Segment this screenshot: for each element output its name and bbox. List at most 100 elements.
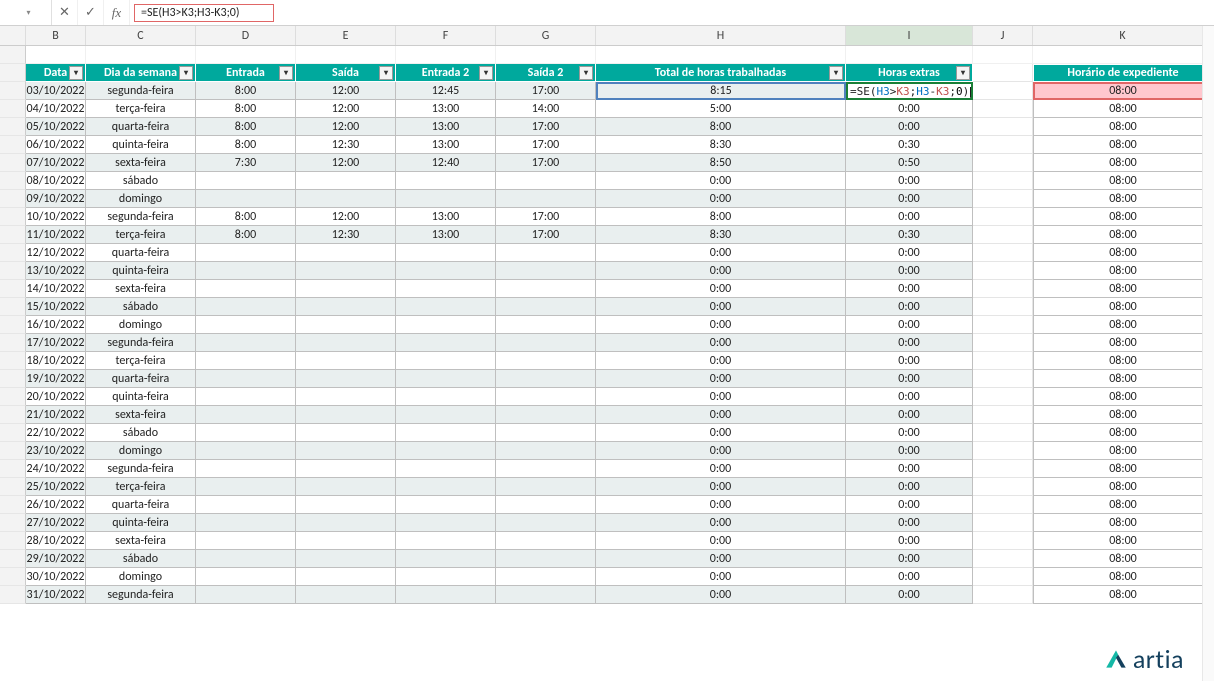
- cell-C8[interactable]: sábado: [86, 172, 196, 190]
- cell-G3[interactable]: 17:00: [496, 82, 596, 100]
- cell-C16[interactable]: domingo: [86, 316, 196, 334]
- cell-E12[interactable]: [296, 244, 396, 262]
- cell-G18[interactable]: [496, 352, 596, 370]
- col-header-G[interactable]: Saída 2▾: [496, 64, 596, 82]
- cell-K22[interactable]: 08:00: [1033, 424, 1213, 442]
- column-header-H[interactable]: H: [596, 26, 846, 45]
- cell-B15[interactable]: 15/10/2022: [26, 298, 86, 316]
- cell-B26[interactable]: 26/10/2022: [26, 496, 86, 514]
- cell-F23[interactable]: [396, 442, 496, 460]
- cell-I12[interactable]: 0:00: [846, 244, 973, 262]
- cell-E29[interactable]: [296, 550, 396, 568]
- cell-B25[interactable]: 25/10/2022: [26, 478, 86, 496]
- cell-K20[interactable]: 08:00: [1033, 388, 1213, 406]
- cell-D21[interactable]: [196, 406, 296, 424]
- cell-D12[interactable]: [196, 244, 296, 262]
- cell-I24[interactable]: 0:00: [846, 460, 973, 478]
- cell-G17[interactable]: [496, 334, 596, 352]
- filter-dropdown-icon[interactable]: ▾: [69, 66, 83, 80]
- cell-C5[interactable]: quarta-feira: [86, 118, 196, 136]
- cell-I20[interactable]: 0:00: [846, 388, 973, 406]
- cell-D15[interactable]: [196, 298, 296, 316]
- cell-K19[interactable]: 08:00: [1033, 370, 1213, 388]
- filter-dropdown-icon[interactable]: ▾: [579, 66, 593, 80]
- cell-H24[interactable]: 0:00: [596, 460, 846, 478]
- cell-F31[interactable]: [396, 586, 496, 604]
- cell-E11[interactable]: 12:30: [296, 226, 396, 244]
- cell-C31[interactable]: segunda-feira: [86, 586, 196, 604]
- cell-B30[interactable]: 30/10/2022: [26, 568, 86, 586]
- cell-I5[interactable]: 0:00: [846, 118, 973, 136]
- cell-D19[interactable]: [196, 370, 296, 388]
- cell-G9[interactable]: [496, 190, 596, 208]
- cell-C19[interactable]: quarta-feira: [86, 370, 196, 388]
- cell-G19[interactable]: [496, 370, 596, 388]
- cancel-formula-button[interactable]: ✕: [52, 0, 78, 25]
- cell-I25[interactable]: 0:00: [846, 478, 973, 496]
- cell-D17[interactable]: [196, 334, 296, 352]
- cell-G29[interactable]: [496, 550, 596, 568]
- cell-B14[interactable]: 14/10/2022: [26, 280, 86, 298]
- cell-H12[interactable]: 0:00: [596, 244, 846, 262]
- cell-F5[interactable]: 13:00: [396, 118, 496, 136]
- cell-H28[interactable]: 0:00: [596, 532, 846, 550]
- cell-I21[interactable]: 0:00: [846, 406, 973, 424]
- cell-G8[interactable]: [496, 172, 596, 190]
- cell-H11[interactable]: 8:30: [596, 226, 846, 244]
- cell-C28[interactable]: sexta-feira: [86, 532, 196, 550]
- cell-K6[interactable]: 08:00: [1033, 136, 1213, 154]
- cell-D16[interactable]: [196, 316, 296, 334]
- cell-B22[interactable]: 22/10/2022: [26, 424, 86, 442]
- vertical-scrollbar[interactable]: [1202, 26, 1214, 681]
- name-box[interactable]: ▾: [0, 0, 52, 25]
- cell-H3[interactable]: 8:15: [596, 82, 846, 100]
- cell-C20[interactable]: quinta-feira: [86, 388, 196, 406]
- cell-B12[interactable]: 12/10/2022: [26, 244, 86, 262]
- cell-C18[interactable]: terça-feira: [86, 352, 196, 370]
- cell-E17[interactable]: [296, 334, 396, 352]
- cell-I17[interactable]: 0:00: [846, 334, 973, 352]
- cell-F20[interactable]: [396, 388, 496, 406]
- cell-F30[interactable]: [396, 568, 496, 586]
- cell-E5[interactable]: 12:00: [296, 118, 396, 136]
- cell-I18[interactable]: 0:00: [846, 352, 973, 370]
- column-header-K[interactable]: K: [1033, 26, 1213, 45]
- cell-H16[interactable]: 0:00: [596, 316, 846, 334]
- col-header-H[interactable]: Total de horas trabalhadas▾: [596, 64, 846, 82]
- cell-H15[interactable]: 0:00: [596, 298, 846, 316]
- cell-D25[interactable]: [196, 478, 296, 496]
- cell-K5[interactable]: 08:00: [1033, 118, 1213, 136]
- cell-E20[interactable]: [296, 388, 396, 406]
- cell-G24[interactable]: [496, 460, 596, 478]
- grid-body[interactable]: Data▾Dia da semana▾Entrada▾Saída▾Entrada…: [0, 46, 1214, 604]
- cell-E27[interactable]: [296, 514, 396, 532]
- cell-C22[interactable]: sábado: [86, 424, 196, 442]
- cell-D26[interactable]: [196, 496, 296, 514]
- col-header-D[interactable]: Entrada▾: [196, 64, 296, 82]
- cell-G4[interactable]: 14:00: [496, 100, 596, 118]
- cell-E23[interactable]: [296, 442, 396, 460]
- cell-D9[interactable]: [196, 190, 296, 208]
- cell-H13[interactable]: 0:00: [596, 262, 846, 280]
- cell-D4[interactable]: 8:00: [196, 100, 296, 118]
- confirm-formula-button[interactable]: ✓: [78, 0, 104, 25]
- cell-B20[interactable]: 20/10/2022: [26, 388, 86, 406]
- cell-K25[interactable]: 08:00: [1033, 478, 1213, 496]
- cell-E9[interactable]: [296, 190, 396, 208]
- cell-K11[interactable]: 08:00: [1033, 226, 1213, 244]
- cell-I23[interactable]: 0:00: [846, 442, 973, 460]
- cell-K26[interactable]: 08:00: [1033, 496, 1213, 514]
- cell-I30[interactable]: 0:00: [846, 568, 973, 586]
- col-header-C[interactable]: Dia da semana▾: [86, 64, 196, 82]
- cell-F28[interactable]: [396, 532, 496, 550]
- cell-K24[interactable]: 08:00: [1033, 460, 1213, 478]
- cell-G22[interactable]: [496, 424, 596, 442]
- cell-H17[interactable]: 0:00: [596, 334, 846, 352]
- cell-I19[interactable]: 0:00: [846, 370, 973, 388]
- cell-B4[interactable]: 04/10/2022: [26, 100, 86, 118]
- cell-F18[interactable]: [396, 352, 496, 370]
- cell-E10[interactable]: 12:00: [296, 208, 396, 226]
- cell-F12[interactable]: [396, 244, 496, 262]
- cell-G20[interactable]: [496, 388, 596, 406]
- cell-K9[interactable]: 08:00: [1033, 190, 1213, 208]
